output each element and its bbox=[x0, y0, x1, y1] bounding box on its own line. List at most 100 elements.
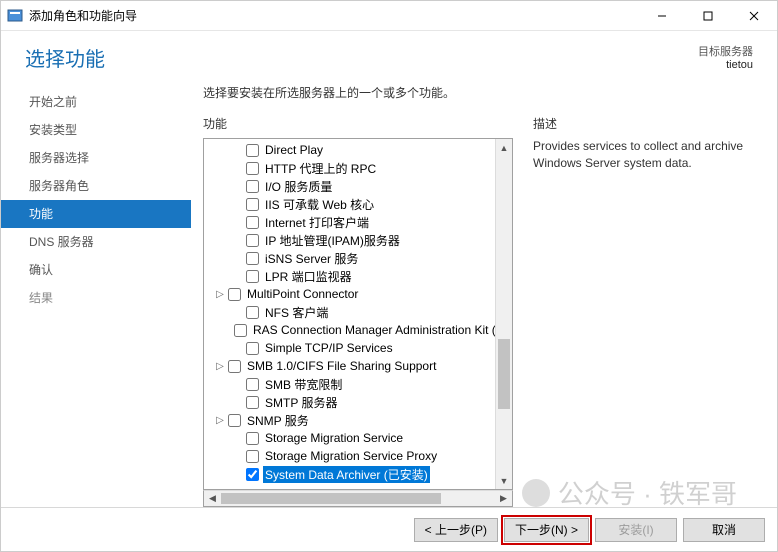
feature-row[interactable]: ▷ SMB 1.0/CIFS File Sharing Support bbox=[204, 357, 495, 375]
feature-checkbox[interactable] bbox=[246, 432, 259, 445]
feature-row[interactable]: IP 地址管理(IPAM)服务器 bbox=[204, 231, 495, 249]
feature-row[interactable]: HTTP 代理上的 RPC bbox=[204, 159, 495, 177]
feature-row[interactable]: Storage Migration Service bbox=[204, 429, 495, 447]
scroll-thumb[interactable] bbox=[498, 339, 510, 409]
target-server-block: 目标服务器 tietou bbox=[698, 43, 753, 71]
feature-label: RAS Connection Manager Administration Ki… bbox=[251, 323, 495, 337]
instruction-text: 选择要安装在所选服务器上的一个或多个功能。 bbox=[203, 84, 753, 101]
scroll-down-arrow[interactable]: ▼ bbox=[496, 472, 512, 489]
nav-item[interactable]: 安装类型 bbox=[1, 116, 191, 144]
wizard-window: 添加角色和功能向导 选择功能 目标服务器 tietou 开始之前安装类型服务器选… bbox=[0, 0, 778, 552]
feature-label: Internet 打印客户端 bbox=[263, 214, 371, 231]
columns: 功能 Direct PlayHTTP 代理上的 RPCI/O 服务质量IIS 可… bbox=[203, 115, 753, 507]
next-button[interactable]: 下一步(N) > bbox=[504, 518, 589, 542]
description-column: 描述 Provides services to collect and arch… bbox=[533, 115, 753, 507]
description-text: Provides services to collect and archive… bbox=[533, 138, 753, 172]
feature-row[interactable]: ▷ MultiPoint Connector bbox=[204, 285, 495, 303]
feature-label: Storage Migration Service Proxy bbox=[263, 449, 439, 463]
expand-icon[interactable]: ▷ bbox=[214, 289, 226, 300]
description-heading: 描述 bbox=[533, 115, 753, 132]
feature-label: IIS 可承载 Web 核心 bbox=[263, 196, 376, 213]
nav-item[interactable]: 确认 bbox=[1, 256, 191, 284]
feature-row[interactable]: Storage Migration Service Proxy bbox=[204, 447, 495, 465]
feature-label: SMB 带宽限制 bbox=[263, 376, 344, 393]
feature-checkbox[interactable] bbox=[246, 342, 259, 355]
nav-item[interactable]: 开始之前 bbox=[1, 88, 191, 116]
feature-checkbox[interactable] bbox=[246, 306, 259, 319]
features-tree[interactable]: Direct PlayHTTP 代理上的 RPCI/O 服务质量IIS 可承载 … bbox=[204, 139, 495, 489]
feature-checkbox[interactable] bbox=[246, 450, 259, 463]
page-heading: 选择功能 bbox=[25, 43, 698, 72]
window-title: 添加角色和功能向导 bbox=[29, 7, 137, 24]
feature-row[interactable]: SMTP 服务器 bbox=[204, 393, 495, 411]
feature-row[interactable]: NFS 客户端 bbox=[204, 303, 495, 321]
feature-checkbox[interactable] bbox=[246, 234, 259, 247]
feature-row[interactable]: iSNS Server 服务 bbox=[204, 249, 495, 267]
scroll-right-arrow[interactable]: ▶ bbox=[495, 491, 512, 506]
expand-icon[interactable]: ▷ bbox=[214, 361, 226, 372]
nav-item[interactable]: DNS 服务器 bbox=[1, 228, 191, 256]
scroll-thumb-h[interactable] bbox=[221, 493, 441, 504]
wizard-nav: 开始之前安装类型服务器选择服务器角色功能DNS 服务器确认结果 bbox=[1, 80, 191, 507]
wizard-header: 选择功能 目标服务器 tietou bbox=[1, 31, 777, 80]
feature-checkbox[interactable] bbox=[246, 252, 259, 265]
feature-label: I/O 服务质量 bbox=[263, 178, 334, 195]
nav-item[interactable]: 功能 bbox=[1, 200, 191, 228]
feature-checkbox[interactable] bbox=[228, 414, 241, 427]
feature-label: Simple TCP/IP Services bbox=[263, 341, 395, 355]
feature-label: Storage Migration Service bbox=[263, 431, 405, 445]
vertical-scrollbar[interactable]: ▲ ▼ bbox=[495, 139, 512, 489]
feature-label: NFS 客户端 bbox=[263, 304, 330, 321]
close-button[interactable] bbox=[731, 1, 777, 31]
feature-label: SMB 1.0/CIFS File Sharing Support bbox=[245, 359, 438, 373]
feature-checkbox[interactable] bbox=[246, 468, 259, 481]
feature-row[interactable]: ▷ SNMP 服务 bbox=[204, 411, 495, 429]
target-server-name: tietou bbox=[698, 59, 753, 71]
feature-checkbox[interactable] bbox=[246, 162, 259, 175]
nav-item[interactable]: 服务器选择 bbox=[1, 144, 191, 172]
feature-label: LPR 端口监视器 bbox=[263, 268, 354, 285]
titlebar: 添加角色和功能向导 bbox=[1, 1, 777, 31]
install-button: 安装(I) bbox=[595, 518, 677, 542]
cancel-button[interactable]: 取消 bbox=[683, 518, 765, 542]
minimize-button[interactable] bbox=[639, 1, 685, 31]
nav-item: 结果 bbox=[1, 284, 191, 312]
feature-row[interactable]: SMB 带宽限制 bbox=[204, 375, 495, 393]
feature-checkbox[interactable] bbox=[246, 144, 259, 157]
feature-row[interactable]: LPR 端口监视器 bbox=[204, 267, 495, 285]
feature-checkbox[interactable] bbox=[246, 396, 259, 409]
feature-row[interactable]: Internet 打印客户端 bbox=[204, 213, 495, 231]
feature-checkbox[interactable] bbox=[246, 216, 259, 229]
maximize-button[interactable] bbox=[685, 1, 731, 31]
feature-checkbox[interactable] bbox=[228, 360, 241, 373]
nav-item[interactable]: 服务器角色 bbox=[1, 172, 191, 200]
feature-label: SNMP 服务 bbox=[245, 412, 311, 429]
feature-label: HTTP 代理上的 RPC bbox=[263, 160, 378, 177]
scroll-left-arrow[interactable]: ◀ bbox=[204, 491, 221, 506]
wizard-main: 选择要安装在所选服务器上的一个或多个功能。 功能 Direct PlayHTTP… bbox=[191, 80, 777, 507]
wizard-content: 开始之前安装类型服务器选择服务器角色功能DNS 服务器确认结果 选择要安装在所选… bbox=[1, 80, 777, 507]
feature-row[interactable]: I/O 服务质量 bbox=[204, 177, 495, 195]
feature-checkbox[interactable] bbox=[246, 180, 259, 193]
feature-checkbox[interactable] bbox=[246, 378, 259, 391]
feature-label: MultiPoint Connector bbox=[245, 287, 360, 301]
feature-row[interactable]: Direct Play bbox=[204, 141, 495, 159]
feature-checkbox[interactable] bbox=[234, 324, 247, 337]
feature-row[interactable]: IIS 可承载 Web 核心 bbox=[204, 195, 495, 213]
feature-row[interactable]: RAS Connection Manager Administration Ki… bbox=[204, 321, 495, 339]
feature-row[interactable]: Simple TCP/IP Services bbox=[204, 339, 495, 357]
previous-button[interactable]: < 上一步(P) bbox=[414, 518, 498, 542]
feature-checkbox[interactable] bbox=[246, 198, 259, 211]
app-icon bbox=[7, 8, 23, 24]
feature-label: SMTP 服务器 bbox=[263, 394, 339, 411]
feature-label: IP 地址管理(IPAM)服务器 bbox=[263, 232, 402, 249]
features-heading: 功能 bbox=[203, 115, 513, 132]
wizard-footer: < 上一步(P) 下一步(N) > 安装(I) 取消 bbox=[1, 507, 777, 551]
scroll-up-arrow[interactable]: ▲ bbox=[496, 139, 512, 156]
feature-checkbox[interactable] bbox=[246, 270, 259, 283]
feature-label: System Data Archiver (已安装) bbox=[263, 466, 430, 483]
horizontal-scrollbar[interactable]: ◀ ▶ bbox=[203, 490, 513, 507]
feature-row[interactable]: System Data Archiver (已安装) bbox=[204, 465, 495, 483]
feature-checkbox[interactable] bbox=[228, 288, 241, 301]
expand-icon[interactable]: ▷ bbox=[214, 415, 226, 426]
